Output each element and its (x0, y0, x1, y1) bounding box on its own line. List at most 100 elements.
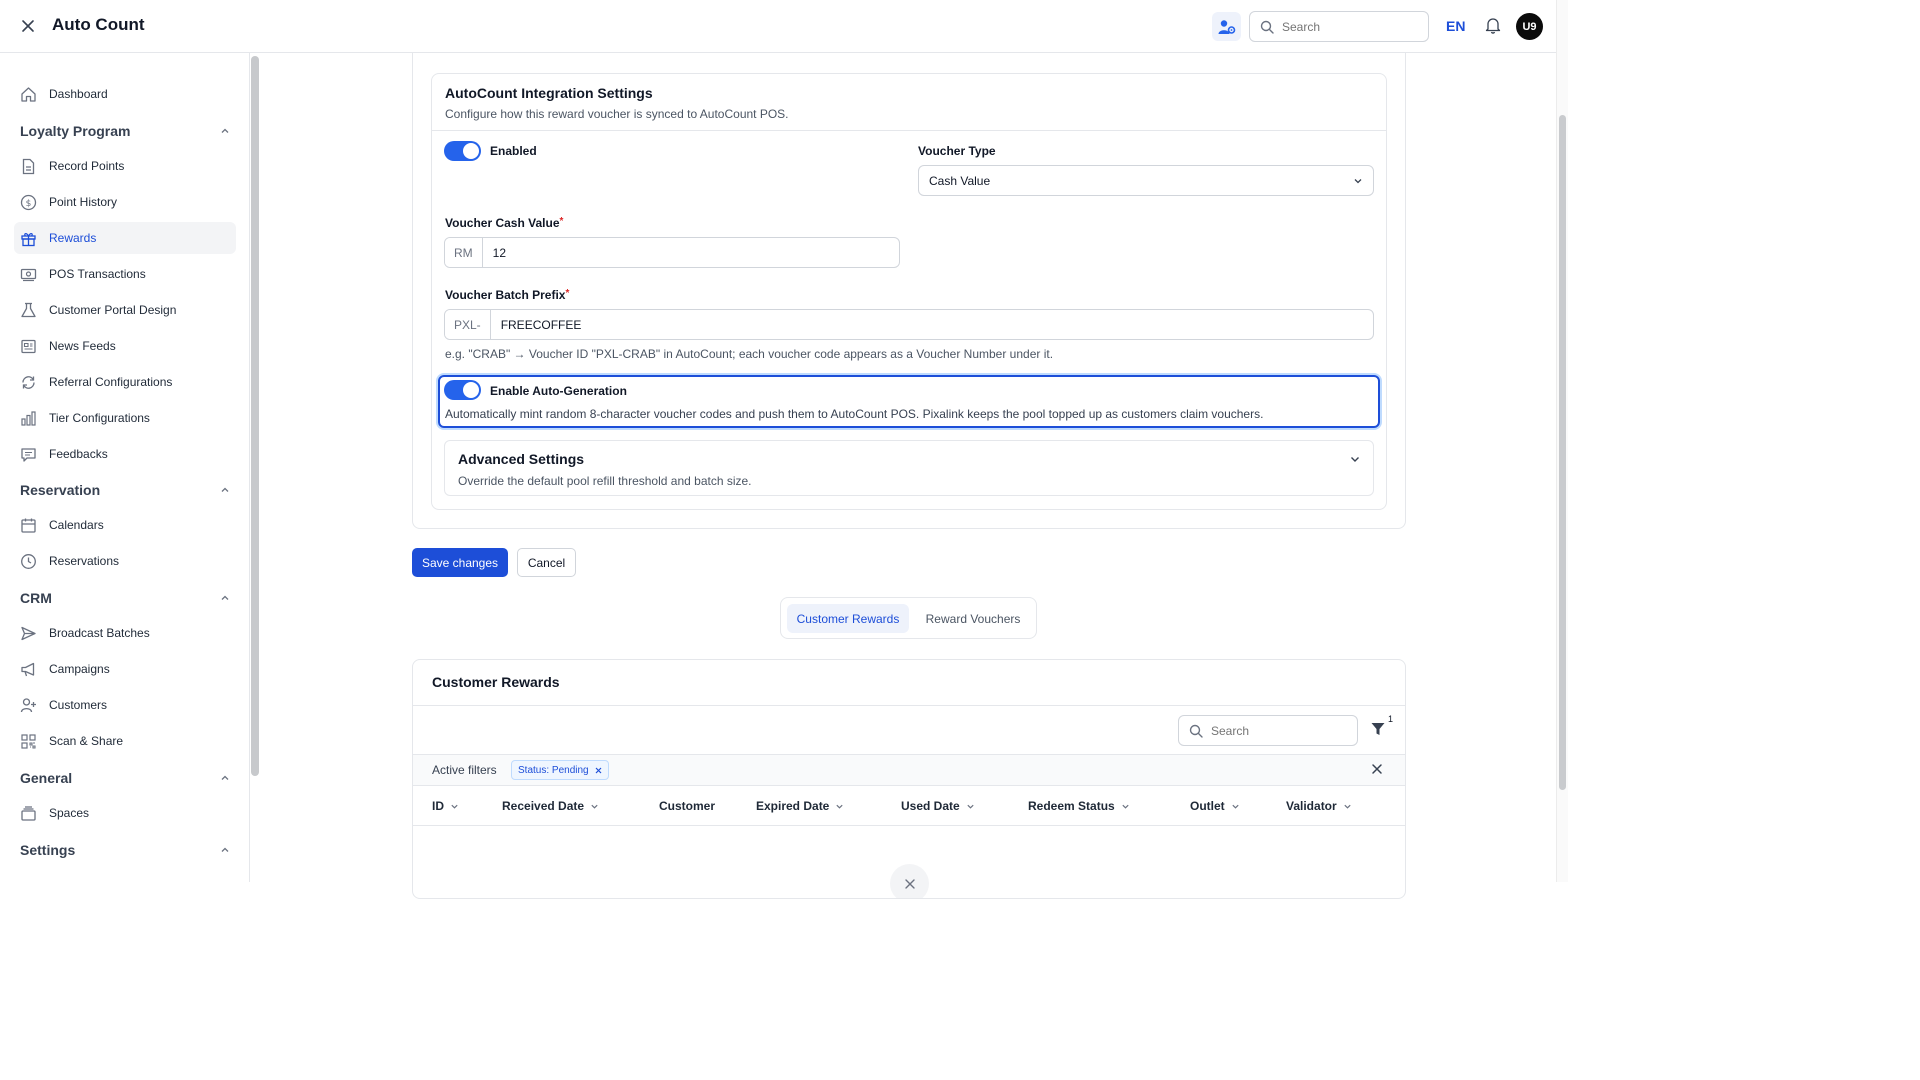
column-header-id[interactable]: ID (432, 799, 459, 813)
table-toolbar: 1 (413, 705, 1405, 755)
cash-value-input[interactable]: 12 (483, 238, 516, 267)
active-filters-bar: Active filters Status: Pending (413, 755, 1405, 786)
table-search-input[interactable] (1211, 723, 1341, 738)
chat-icon (21, 447, 36, 462)
sidebar-item-label: Customer Portal Design (49, 303, 177, 317)
column-header-expired-date[interactable]: Expired Date (756, 799, 844, 813)
sidebar-item-label: Point History (49, 195, 118, 209)
layers-icon (21, 805, 36, 821)
table-search[interactable] (1178, 715, 1358, 746)
qr-code-icon (21, 733, 36, 749)
sidebar-scrollbar[interactable] (251, 56, 259, 776)
column-header-received-date[interactable]: Received Date (502, 799, 599, 813)
sidebar-item-label: Record Points (49, 159, 125, 173)
bell-icon[interactable] (1484, 16, 1502, 37)
sidebar-item-referral-configurations[interactable]: Referral Configurations (14, 366, 236, 398)
sidebar-item-feedbacks[interactable]: Feedbacks (14, 438, 236, 470)
batch-prefix-label: Voucher Batch Prefix* (445, 288, 570, 302)
auto-generation-toggle[interactable] (444, 380, 481, 400)
chevron-down-icon (1344, 804, 1351, 809)
sidebar-item-point-history[interactable]: $ Point History (14, 186, 236, 218)
auto-generation-panel: Enable Auto-Generation Automatically min… (438, 375, 1380, 428)
sidebar-item-customers[interactable]: Customers (14, 689, 236, 721)
sidebar-item-label: Broadcast Batches (49, 626, 150, 640)
enabled-toggle[interactable] (444, 141, 481, 161)
sidebar-item-tier-configurations[interactable]: Tier Configurations (14, 402, 236, 434)
chevron-down-icon (1122, 804, 1129, 809)
chevron-down-icon (591, 804, 598, 809)
sidebar-item-label: Customers (49, 698, 108, 712)
avatar[interactable]: U9 (1516, 13, 1543, 40)
sidebar-item-campaigns[interactable]: Campaigns (14, 653, 236, 685)
bar-chart-icon (21, 410, 36, 426)
advanced-settings-description: Override the default pool refill thresho… (458, 474, 752, 488)
search-icon (1189, 724, 1203, 738)
user-settings-icon[interactable] (1212, 12, 1241, 41)
cash-value-label: Voucher Cash Value* (445, 216, 564, 230)
sidebar-item-customer-portal-design[interactable]: Customer Portal Design (14, 294, 236, 326)
sidebar-item-dashboard[interactable]: Dashboard (14, 78, 236, 110)
customer-rewards-card: Customer Rewards 1 Active filters Status… (412, 659, 1406, 899)
clear-filters-icon[interactable] (1371, 763, 1383, 775)
flask-icon (21, 302, 36, 317)
sidebar-item-record-points[interactable]: Record Points (14, 150, 236, 182)
column-header-used-date[interactable]: Used Date (901, 799, 975, 813)
sidebar: Dashboard Loyalty Program Record Points … (0, 53, 250, 882)
batch-prefix-input[interactable]: FREECOFFEE (491, 310, 592, 339)
section-general[interactable]: General (20, 766, 230, 790)
sidebar-item-label: News Feeds (49, 339, 116, 353)
advanced-settings-accordion[interactable]: Advanced Settings Override the default p… (444, 440, 1374, 496)
auto-generation-label: Enable Auto-Generation (490, 384, 627, 398)
filter-count-badge: 1 (1388, 714, 1394, 724)
cash-value-field[interactable]: RM 12 (444, 237, 900, 268)
sidebar-item-scan-share[interactable]: Scan & Share (14, 725, 236, 757)
sidebar-item-calendars[interactable]: Calendars (14, 509, 236, 541)
sidebar-item-news-feeds[interactable]: News Feeds (14, 330, 236, 362)
sidebar-item-label: Tier Configurations (49, 411, 150, 425)
header-search[interactable] (1249, 11, 1429, 42)
filter-icon[interactable] (1370, 721, 1386, 737)
search-icon (1260, 20, 1274, 34)
sidebar-item-pos-transactions[interactable]: POS Transactions (14, 258, 236, 290)
prefix-addon: PXL- (445, 310, 491, 339)
language-switcher[interactable]: EN (1446, 18, 1465, 34)
voucher-type-select[interactable]: Cash Value (918, 165, 1374, 196)
section-loyalty-program[interactable]: Loyalty Program (20, 119, 230, 143)
integration-title: AutoCount Integration Settings (445, 85, 653, 101)
close-icon[interactable] (18, 16, 38, 36)
voucher-type-label: Voucher Type (918, 144, 996, 158)
chevron-up-icon (221, 487, 229, 492)
column-header-outlet[interactable]: Outlet (1190, 799, 1240, 813)
section-title: CRM (20, 590, 52, 606)
column-header-validator[interactable]: Validator (1286, 799, 1352, 813)
sidebar-item-broadcast-batches[interactable]: Broadcast Batches (14, 617, 236, 649)
sidebar-item-label: Feedbacks (49, 447, 108, 461)
column-header-redeem-status[interactable]: Redeem Status (1028, 799, 1130, 813)
sidebar-item-rewards[interactable]: Rewards (14, 222, 236, 254)
megaphone-icon (21, 662, 35, 676)
close-icon[interactable] (595, 767, 602, 774)
section-crm[interactable]: CRM (20, 586, 230, 610)
empty-state-icon (890, 864, 929, 898)
chevron-down-icon[interactable] (1349, 453, 1361, 465)
batch-prefix-field[interactable]: PXL- FREECOFFEE (444, 309, 1374, 340)
header-search-input[interactable] (1282, 19, 1412, 34)
section-settings[interactable]: Settings (20, 838, 230, 862)
customer-rewards-title: Customer Rewards (432, 674, 560, 690)
sidebar-item-reservations[interactable]: Reservations (14, 545, 236, 577)
tab-reward-vouchers[interactable]: Reward Vouchers (915, 604, 1031, 633)
sidebar-item-label: Scan & Share (49, 734, 124, 748)
tab-customer-rewards[interactable]: Customer Rewards (787, 604, 909, 633)
main-scrollbar-thumb[interactable] (1559, 115, 1566, 790)
home-icon (21, 86, 36, 102)
currency-addon: RM (445, 238, 483, 267)
top-header: Auto Count EN U9 (0, 0, 1556, 53)
section-reservation[interactable]: Reservation (20, 478, 230, 502)
section-title: General (20, 770, 73, 786)
filter-chip[interactable]: Status: Pending (511, 760, 609, 780)
sidebar-item-spaces[interactable]: Spaces (14, 797, 236, 829)
gift-icon (21, 232, 36, 246)
cancel-button[interactable]: Cancel (517, 548, 576, 577)
save-changes-button[interactable]: Save changes (412, 548, 508, 577)
chevron-down-icon (1354, 178, 1362, 183)
